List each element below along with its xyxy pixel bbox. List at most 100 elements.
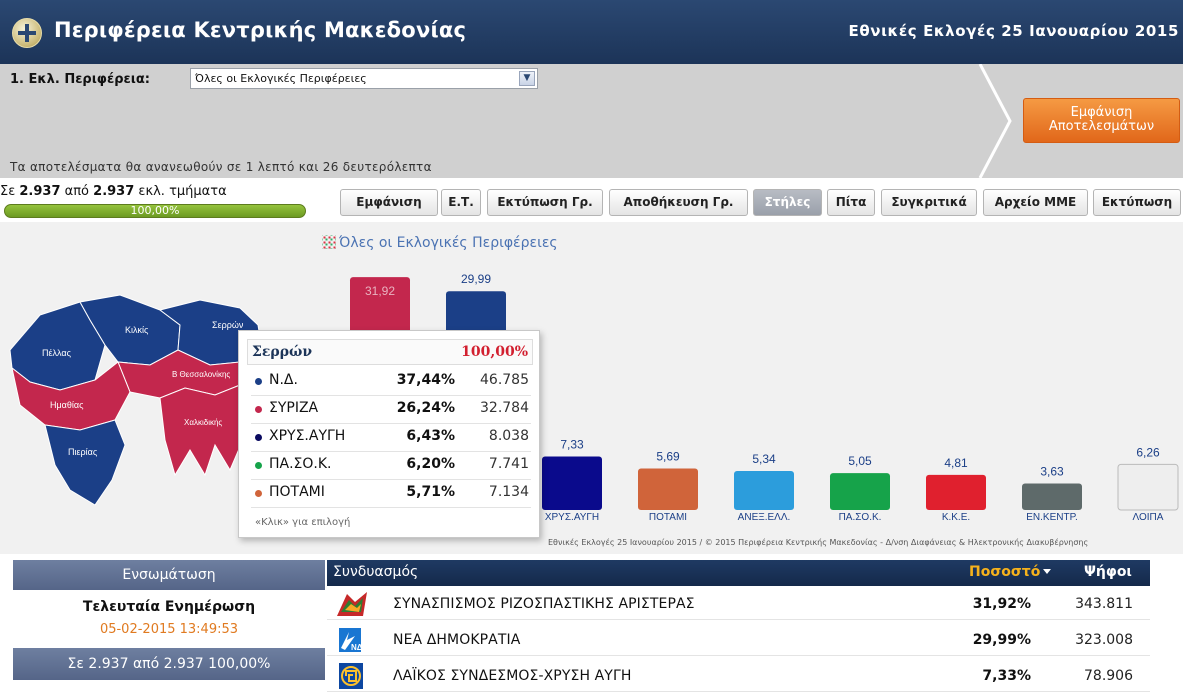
header-bar: Περιφέρεια Κεντρικής Μακεδονίας Εθνικές …	[0, 0, 1183, 64]
table-row[interactable]: ΛΑΪΚΟΣ ΣΥΝΔΕΣΜΟΣ-ΧΡΥΣΗ ΑΥΓΗ 7,33% 78.906	[327, 660, 1150, 692]
tooltip-divider	[251, 423, 531, 424]
tooltip-pct: 6,43%	[406, 428, 455, 444]
show-results-label-1: Εμφάνιση	[1070, 105, 1133, 120]
col-combination: Συνδυασμός	[333, 564, 419, 580]
tb-save-chart-button[interactable]: Αποθήκευση Γρ.	[609, 189, 748, 216]
tb-show-button[interactable]: Εμφάνιση	[340, 189, 438, 216]
tooltip-pct: 5,71%	[406, 484, 455, 500]
tooltip-pct: 26,24%	[396, 400, 455, 416]
sort-down-icon[interactable]	[1043, 569, 1052, 574]
bar-5[interactable]	[830, 473, 890, 510]
tooltip-party: ΧΡΥΣ.ΑΥΓΗ	[269, 428, 346, 444]
sections-prefix: Σε	[0, 184, 16, 199]
bar-4[interactable]	[734, 471, 794, 510]
party-name: ΣΥΝΑΣΠΙΣΜΟΣ ΡΙΖΟΣΠΑΣΤΙΚΗΣ ΑΡΙΣΤΕΡΑΣ	[393, 596, 695, 612]
tooltip-pct: 37,44%	[396, 372, 455, 388]
tb-print-chart-button[interactable]: Εκτύπωση Γρ.	[487, 189, 603, 216]
bar-category-label: ΧΡΥΣ.ΑΥΓΗ	[545, 512, 599, 523]
bar-category-label: Κ.Κ.Ε.	[942, 512, 970, 523]
bar-7[interactable]	[1022, 483, 1082, 510]
party-color-dot	[255, 406, 262, 413]
last-update-label: Τελευταία Ενημέρωση	[82, 599, 256, 615]
tooltip-votes: 8.038	[488, 428, 529, 444]
tooltip-region-percent: 100,00%	[461, 344, 528, 360]
tooltip-party: ΠΑ.ΣΟ.Κ.	[269, 456, 332, 472]
region-emblem-icon	[12, 18, 42, 48]
bar-6[interactable]	[926, 474, 986, 510]
syriza-logo-icon	[337, 592, 367, 616]
bar-value-label: 5,05	[848, 454, 872, 468]
bar-8[interactable]	[1117, 463, 1179, 511]
chevron-down-icon[interactable]: ▼	[519, 71, 535, 86]
election-title: Εθνικές Εκλογές 25 Ιανουαρίου 2015	[848, 22, 1179, 40]
region-tooltip: Σερρών 100,00% Ν.Δ. 37,44% 46.785 ΣΥΡΙΖΑ…	[238, 330, 540, 538]
col-percent[interactable]: Ποσοστό	[969, 564, 1052, 580]
col-percent-label: Ποσοστό	[969, 564, 1041, 580]
sections-progress-bar: 100,00%	[4, 204, 306, 218]
party-votes: 78.906	[1084, 668, 1133, 684]
party-percent: 31,92%	[972, 596, 1031, 612]
sections-suffix: εκλ. τμήματα	[138, 184, 227, 199]
table-row[interactable]: ΣΥΝΑΣΠΙΣΜΟΣ ΡΙΖΟΣΠΑΣΤΙΚΗΣ ΑΡΙΣΤΕΡΑΣ 31,9…	[327, 588, 1150, 620]
bar-value-label: 5,34	[752, 452, 776, 466]
sections-counted: 2.937	[19, 184, 61, 199]
tooltip-row: ΠΟΤΑΜΙ 5,71% 7.134	[251, 483, 531, 505]
party-color-dot	[255, 378, 262, 385]
tooltip-votes: 46.785	[480, 372, 529, 388]
refresh-countdown: Τα αποτελέσματα θα ανανεωθούν σε 1 λεπτό…	[10, 160, 432, 174]
tb-bars-button[interactable]: Στήλες	[753, 189, 822, 216]
bar-category-label: ΑΝΕΞ.ΕΛΛ.	[738, 512, 791, 523]
map-label-pieria: Πιερίας	[68, 447, 98, 457]
sections-counter: Σε 2.937 από 2.937 εκλ. τμήματα	[0, 184, 227, 199]
golden-dawn-logo-icon	[339, 663, 363, 689]
chart-credits: Εθνικές Εκλογές 25 Ιανουαρίου 2015 / © 2…	[548, 538, 1089, 547]
constituency-select[interactable]: Όλες οι Εκλογικές Περιφέρειες ▼	[190, 68, 538, 89]
tooltip-divider	[251, 451, 531, 452]
constituency-select-value: Όλες οι Εκλογικές Περιφέρειες	[195, 72, 367, 85]
table-row[interactable]: ΝΔ ΝΕΑ ΔΗΜΟΚΡΑΤΙΑ 29,99% 323.008	[327, 624, 1150, 656]
col-votes[interactable]: Ψήφοι	[1084, 564, 1132, 580]
constituency-label: 1. Εκλ. Περιφέρεια:	[10, 72, 150, 87]
tb-compare-button[interactable]: Συγκριτικά	[881, 189, 977, 216]
bar-category-label: ΕΝ.ΚΕΝΤΡ.	[1026, 512, 1078, 523]
tooltip-row: Ν.Δ. 37,44% 46.785	[251, 371, 531, 393]
tb-pie-button[interactable]: Πίτα	[827, 189, 875, 216]
party-color-dot	[255, 434, 262, 441]
bar-category-label: ΛΟΙΠΑ	[1133, 512, 1164, 523]
tooltip-row: ΣΥΡΙΖΑ 26,24% 32.784	[251, 399, 531, 421]
tooltip-votes: 7.741	[488, 456, 529, 472]
bar-value-label: 6,26	[1136, 445, 1160, 459]
show-results-label-2: Αποτελεσμάτων	[1048, 119, 1155, 134]
party-votes: 343.811	[1075, 596, 1133, 612]
tb-print-button[interactable]: Εκτύπωση	[1093, 189, 1181, 216]
tooltip-row: ΧΡΥΣ.ΑΥΓΗ 6,43% 8.038	[251, 427, 531, 449]
results-table-header: Συνδυασμός Ποσοστό Ψήφοι	[327, 560, 1150, 586]
party-name: ΝΕΑ ΔΗΜΟΚΡΑΤΙΑ	[393, 632, 521, 648]
tooltip-row: ΠΑ.ΣΟ.Κ. 6,20% 7.741	[251, 455, 531, 477]
tooltip-votes: 7.134	[488, 484, 529, 500]
sections-middle: από	[64, 184, 90, 199]
bar-value-label: 31,92	[365, 284, 395, 298]
nd-logo-icon: ΝΔ	[339, 628, 363, 652]
tooltip-divider	[251, 507, 531, 508]
incorporation-footer: Σε 2.937 από 2.937 100,00%	[13, 648, 325, 680]
bar-2[interactable]	[542, 456, 602, 510]
show-results-button[interactable]: Εμφάνιση Αποτελεσμάτων	[1023, 98, 1180, 143]
party-percent: 29,99%	[972, 632, 1031, 648]
tooltip-party: Ν.Δ.	[269, 372, 298, 388]
bar-3[interactable]	[638, 468, 698, 510]
sections-progress-percent: 100,00%	[130, 204, 180, 217]
bar-category-label: ΠΟΤΑΜΙ	[649, 512, 687, 523]
map-label-chalkidiki: Χαλκιδικής	[184, 418, 222, 427]
tooltip-divider	[251, 479, 531, 480]
party-color-dot	[255, 462, 262, 469]
tooltip-pct: 6,20%	[406, 456, 455, 472]
tb-et-button[interactable]: Ε.Τ.	[441, 189, 481, 216]
party-color-dot	[255, 490, 262, 497]
map-region-pieria[interactable]	[44, 419, 126, 506]
selection-area: 1. Εκλ. Περιφέρεια: Όλες οι Εκλογικές Πε…	[0, 64, 1183, 178]
tb-media-file-button[interactable]: Αρχείο ΜΜΕ	[983, 189, 1088, 216]
tooltip-header: Σερρών 100,00%	[247, 339, 533, 365]
party-votes: 323.008	[1075, 632, 1133, 648]
map-label-pellas: Πέλλας	[42, 348, 72, 358]
